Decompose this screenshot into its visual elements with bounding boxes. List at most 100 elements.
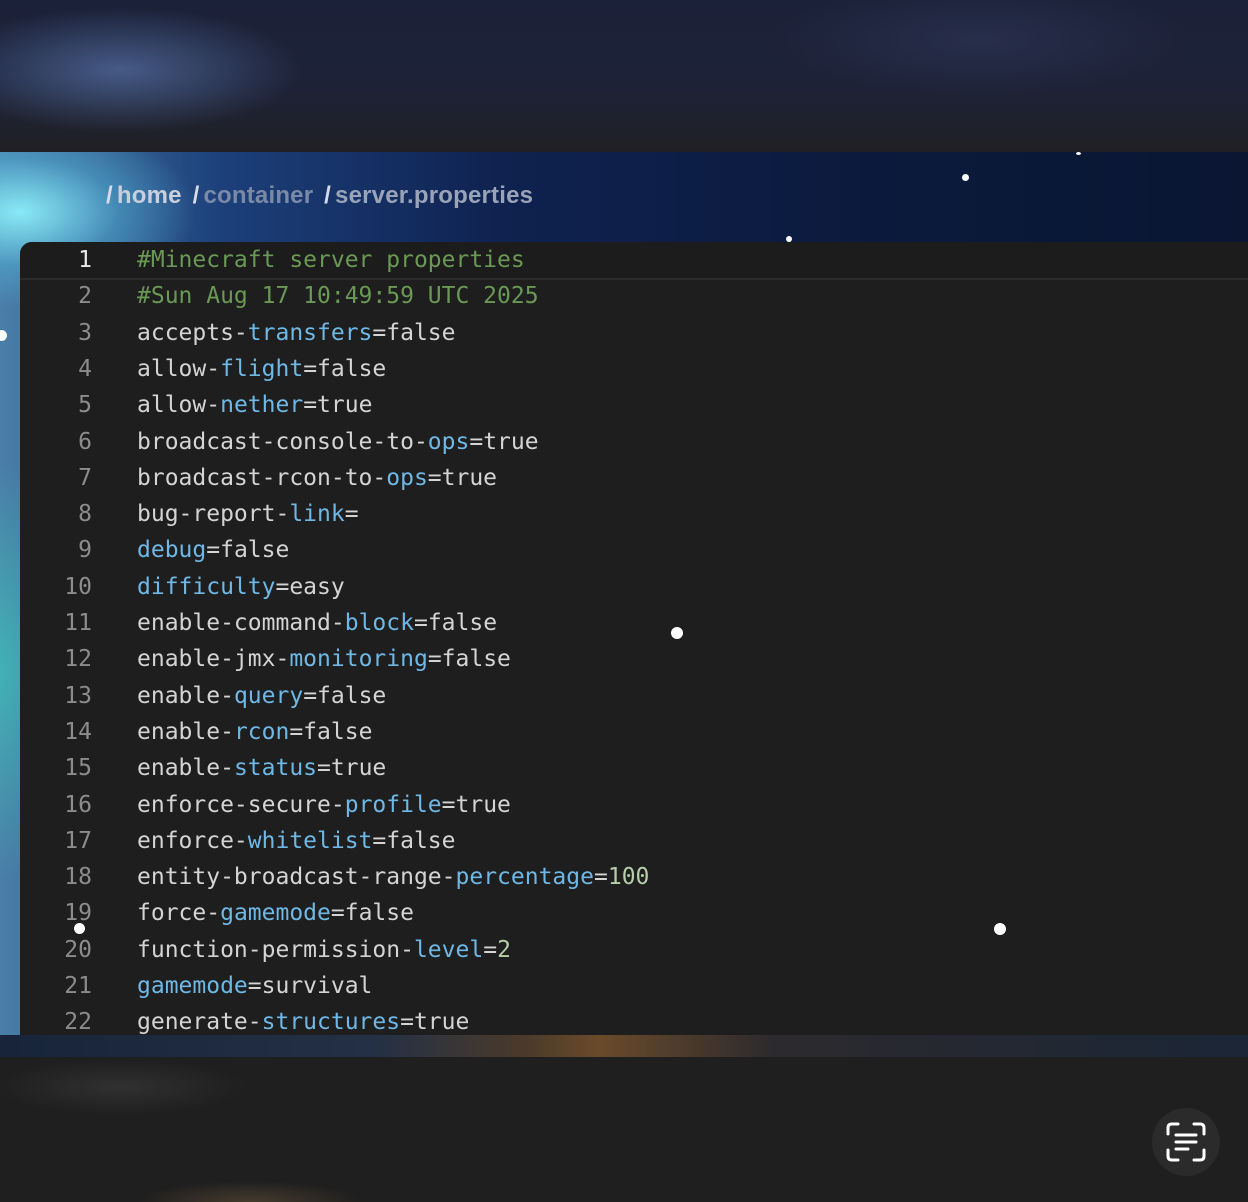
line-content: gamemode=survival xyxy=(137,968,372,1004)
comment-token: #Minecraft server properties xyxy=(137,247,525,273)
line-number: 15 xyxy=(64,755,92,782)
line-number: 10 xyxy=(64,573,92,600)
code-line[interactable]: 20 function-permission-level=2 xyxy=(20,932,1248,968)
text-token: =false xyxy=(372,319,456,346)
code-line[interactable]: 3 accepts-transfers=false xyxy=(20,315,1248,351)
line-content: allow-nether=true xyxy=(137,387,372,423)
text-token: accepts- xyxy=(137,319,248,346)
property-keyword-token: gamemode xyxy=(137,973,248,999)
line-content: debug=false xyxy=(137,532,289,568)
code-line[interactable]: 7 broadcast-rcon-to-ops=true xyxy=(20,460,1248,496)
line-content: #Minecraft server properties xyxy=(137,242,525,278)
text-token: =true xyxy=(427,464,498,491)
breadcrumb-home[interactable]: home xyxy=(117,182,182,209)
code-line[interactable]: 19 force-gamemode=false xyxy=(20,895,1248,931)
star-decoration xyxy=(1076,152,1081,155)
line-content: entity-broadcast-range-percentage=100 xyxy=(137,859,649,895)
line-number: 18 xyxy=(64,864,92,891)
line-content: enable-query=false xyxy=(137,678,386,714)
text-token: broadcast-console-to- xyxy=(137,428,428,455)
code-line[interactable]: 21 gamemode=survival xyxy=(20,968,1248,1004)
text-token: enable- xyxy=(137,682,234,709)
code-line[interactable]: 18 entity-broadcast-range-percentage=100 xyxy=(20,859,1248,895)
line-content: enforce-secure-profile=true xyxy=(137,787,511,823)
property-keyword-token: query xyxy=(233,682,304,709)
line-number: 21 xyxy=(64,973,92,999)
blurred-background-top xyxy=(0,0,1248,152)
property-keyword-token: difficulty xyxy=(137,573,276,600)
text-token: =true xyxy=(469,428,539,455)
property-keyword-token: ops xyxy=(386,464,428,491)
text-token: = xyxy=(483,936,498,963)
code-line[interactable]: 9 debug=false xyxy=(20,532,1248,568)
text-token: =true xyxy=(441,791,511,818)
code-line[interactable]: 14 enable-rcon=false xyxy=(20,714,1248,750)
line-number: 5 xyxy=(78,392,92,419)
code-line[interactable]: 10 difficulty=easy xyxy=(20,569,1248,605)
code-line[interactable]: 1 #Minecraft server properties xyxy=(20,242,1248,280)
code-line[interactable]: 16 enforce-secure-profile=true xyxy=(20,787,1248,823)
line-content: difficulty=easy xyxy=(137,569,345,605)
code-line[interactable]: 4 allow-flight=false xyxy=(20,351,1248,387)
code-line[interactable]: 22 generate-structures=true xyxy=(20,1004,1248,1035)
text-token: allow- xyxy=(137,355,221,382)
line-content: generate-structures=true xyxy=(137,1004,469,1035)
line-content: accepts-transfers=false xyxy=(137,315,456,351)
text-token: bug-report- xyxy=(137,501,290,528)
code-line[interactable]: 15 enable-status=true xyxy=(20,750,1248,786)
live-text-button[interactable] xyxy=(1152,1108,1220,1176)
property-keyword-token: ops xyxy=(427,428,470,455)
line-content: enable-command-block=false xyxy=(137,605,497,641)
text-token: entity-broadcast-range- xyxy=(137,864,456,891)
code-line[interactable]: 8 bug-report-link= xyxy=(20,496,1248,532)
line-content: function-permission-level=2 xyxy=(137,932,511,968)
property-keyword-token: whitelist xyxy=(247,827,373,854)
code-editor[interactable]: 1 #Minecraft server properties 2 #Sun Aug 1… xyxy=(20,242,1248,1035)
text-token: =false xyxy=(303,355,387,382)
text-token: =false xyxy=(413,610,498,636)
blurred-background-bottom xyxy=(0,1057,1248,1202)
text-token: enable-command- xyxy=(137,610,345,636)
line-number: 9 xyxy=(78,537,92,564)
line-content: enable-rcon=false xyxy=(137,714,372,750)
number-token: 2 xyxy=(497,936,511,963)
text-token: =false xyxy=(427,646,511,673)
code-line[interactable]: 6 broadcast-console-to-ops=true xyxy=(20,424,1248,460)
code-line[interactable]: 5 allow-nether=true xyxy=(20,387,1248,423)
number-token: 100 xyxy=(607,864,650,891)
line-content: force-gamemode=false xyxy=(137,895,414,931)
line-number: 16 xyxy=(64,791,92,818)
line-number: 1 xyxy=(78,247,92,273)
touch-dot xyxy=(671,627,683,639)
text-token: =easy xyxy=(275,573,345,600)
line-number: 14 xyxy=(64,718,92,745)
text-token: enable-jmx- xyxy=(137,646,290,673)
code-line[interactable]: 11 enable-command-block=false xyxy=(20,605,1248,641)
breadcrumb: / home / container / server.properties xyxy=(102,182,533,210)
line-number: 20 xyxy=(64,936,92,963)
line-content: broadcast-rcon-to-ops=true xyxy=(137,460,497,496)
comment-token: #Sun Aug 17 10:49:59 UTC 2025 xyxy=(137,283,539,310)
line-number: 11 xyxy=(64,610,92,636)
code-line[interactable]: 12 enable-jmx-monitoring=false xyxy=(20,641,1248,677)
property-keyword-token: debug xyxy=(137,537,207,564)
touch-dot xyxy=(74,923,85,934)
code-line[interactable]: 2 #Sun Aug 17 10:49:59 UTC 2025 xyxy=(20,278,1248,314)
text-token: force- xyxy=(137,900,221,927)
text-token: =survival xyxy=(247,973,373,999)
wallpaper-strip xyxy=(0,1035,1248,1057)
property-keyword-token: structures xyxy=(261,1009,401,1035)
property-keyword-token: link xyxy=(289,501,345,528)
breadcrumb-container[interactable]: container xyxy=(203,182,313,209)
code-line[interactable]: 17 enforce-whitelist=false xyxy=(20,823,1248,859)
text-scan-icon xyxy=(1166,1122,1206,1162)
breadcrumb-file[interactable]: server.properties xyxy=(335,182,533,209)
line-content: enable-jmx-monitoring=false xyxy=(137,641,511,677)
property-keyword-token: rcon xyxy=(233,718,290,745)
property-keyword-token: transfers xyxy=(247,319,373,346)
text-token: =false xyxy=(206,537,290,564)
text-token: = xyxy=(344,501,359,528)
property-keyword-token: nether xyxy=(220,392,304,419)
code-line[interactable]: 13 enable-query=false xyxy=(20,678,1248,714)
property-keyword-token: flight xyxy=(220,355,304,382)
